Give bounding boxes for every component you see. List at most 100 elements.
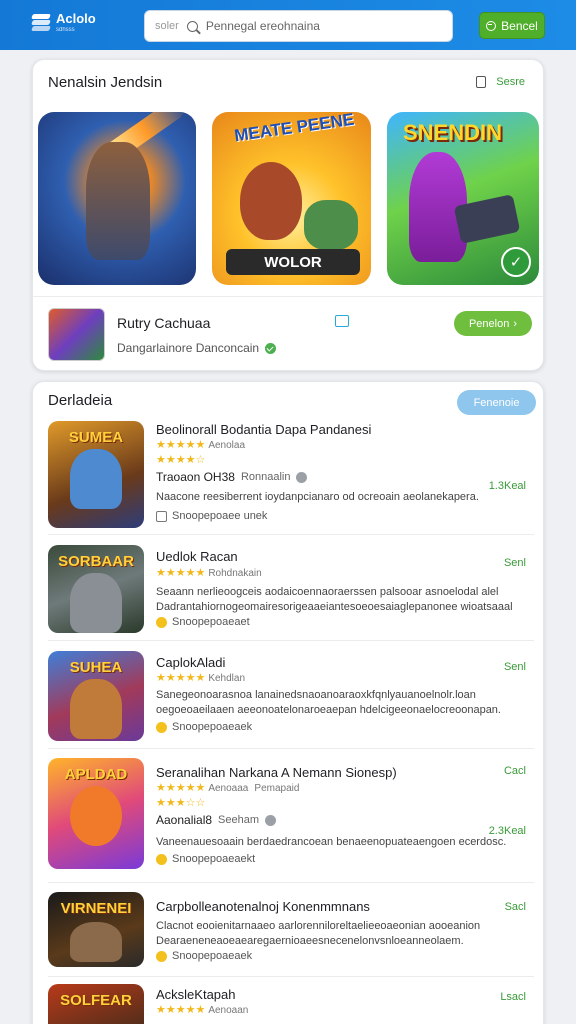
gift-icon[interactable] bbox=[335, 315, 349, 327]
featured-tile-2[interactable]: MEATE PEENE WOLOR bbox=[212, 112, 371, 285]
featured-tile-3[interactable]: SNENDIN ✓ bbox=[387, 112, 539, 285]
game-name: Carpbolleanotenalnoj Konenmmnans bbox=[156, 899, 370, 914]
tile-title: SNENDIN bbox=[403, 120, 503, 145]
rating-extra: Pemapaid bbox=[254, 783, 300, 794]
featured-item-subtitle: Dangarlainore Danconcain bbox=[117, 341, 260, 355]
tile-art-creature bbox=[304, 200, 358, 250]
list-title: Derladeia bbox=[48, 392, 113, 409]
game-tag-label: Snoopepoaeaet bbox=[172, 616, 250, 628]
check-badge-icon: ✓ bbox=[501, 247, 531, 277]
featured-item-name: Rutry Cachuaa bbox=[117, 315, 211, 331]
game-tag: Snoopepoaee unek bbox=[156, 510, 267, 522]
chevron-right-icon: › bbox=[513, 317, 518, 330]
game-name: AcksleKtapah bbox=[156, 987, 236, 1002]
star-rating: ★★★★★ Aenolaa bbox=[156, 439, 246, 451]
search-prefix: soler bbox=[155, 20, 179, 32]
thumbnail-title: VIRNENEI bbox=[60, 900, 132, 917]
list-item[interactable]: SUMEA Beolinorall Bodantia Dapa Pandanes… bbox=[48, 418, 534, 535]
list-filter-button[interactable]: Fenenoie bbox=[457, 390, 536, 415]
game-price[interactable]: Cacl bbox=[504, 765, 526, 777]
list-item[interactable]: SOLFEAR AcksleKtapah ★★★★★ Aenoaan Lsacl bbox=[48, 979, 534, 1024]
game-list-section: Derladeia Fenenoie SUMEA Beolinorall Bod… bbox=[32, 381, 544, 1024]
developer: Aaonalial8 Seeham bbox=[156, 813, 277, 827]
game-name: Seranalihan Narkana A Nemann Sionesp) bbox=[156, 765, 397, 780]
game-tag-label: Snoopepoaeaekt bbox=[172, 853, 256, 865]
tile-brand: WOLOR bbox=[226, 249, 360, 275]
game-tag: Snoopepoaeaek bbox=[156, 950, 252, 962]
tag-icon bbox=[156, 510, 167, 522]
game-thumbnail: VIRNENEI bbox=[48, 892, 144, 967]
top-bar: Aclolo sdhsss soler Bencel bbox=[0, 0, 576, 50]
star-rating-secondary: ★★★☆☆ bbox=[156, 797, 206, 809]
coin-icon bbox=[156, 950, 167, 962]
game-tag-label: Snoopepoaee unek bbox=[172, 510, 268, 522]
tile-art-hero bbox=[240, 162, 302, 240]
thumbnail-title: SUHEA bbox=[69, 659, 123, 676]
game-thumbnail: SUHEA bbox=[48, 651, 144, 741]
thumbnail-hero bbox=[70, 922, 122, 962]
verified-icon bbox=[296, 471, 308, 483]
coin-icon bbox=[156, 616, 167, 628]
search-input[interactable] bbox=[205, 19, 406, 33]
app-logo[interactable]: Aclolo sdhsss bbox=[31, 11, 96, 33]
coin-icon bbox=[156, 853, 167, 865]
thumbnail-hero bbox=[70, 449, 122, 509]
thumbnail-hero bbox=[70, 679, 122, 739]
game-description: Sanegeonoarasnoa lanainedsnaoanoaraoxkfq… bbox=[156, 689, 501, 716]
verified-icon bbox=[265, 342, 277, 354]
thumbnail-title: SORBAAR bbox=[58, 553, 134, 570]
game-price[interactable]: Lsacl bbox=[500, 991, 526, 1003]
list-item[interactable]: SORBAAR Uedlok Racan ★★★★★ Rohdnakain Sea… bbox=[48, 537, 534, 641]
logo-title: Aclolo bbox=[56, 11, 96, 26]
featured-tile-1[interactable] bbox=[38, 112, 196, 285]
header-action-button[interactable]: Bencel bbox=[479, 12, 545, 39]
featured-title: Nenalsin Jendsin bbox=[48, 74, 163, 91]
featured-more-label: Sesre bbox=[496, 76, 525, 88]
rating-count: Aenoaaa bbox=[208, 783, 249, 794]
star-rating: ★★★★★ Aenoaaa Pemapaid bbox=[156, 782, 300, 794]
featured-item-button[interactable]: Penelon › bbox=[454, 311, 532, 336]
developer: Traoaon OH38 Ronnaalin bbox=[156, 470, 308, 484]
game-name: Beolinorall Bodantia Dapa Pandanesi bbox=[156, 422, 372, 437]
rating-count: Kehdlan bbox=[208, 673, 246, 684]
game-description: Vaneenauesoaain berdaedrancoean benaeeno… bbox=[156, 836, 507, 848]
tile-title: MEATE PEENE bbox=[233, 112, 356, 146]
header-action-label: Bencel bbox=[501, 18, 538, 33]
game-price[interactable]: Sacl bbox=[505, 901, 526, 913]
developer-name: Aaonalial8 bbox=[156, 813, 213, 827]
game-price[interactable]: Senl bbox=[504, 557, 526, 569]
list-item[interactable]: APLDAD Seranalihan Narkana A Nemann Sion… bbox=[48, 751, 534, 883]
thumbnail-hero bbox=[70, 786, 122, 846]
game-tag-label: Snoopepoaeaek bbox=[172, 950, 253, 962]
document-icon bbox=[476, 76, 487, 88]
search-icon bbox=[186, 20, 198, 32]
game-tag: Snoopepoaeaet bbox=[156, 616, 250, 628]
tile-art-hero bbox=[86, 142, 150, 260]
game-description: Clacnot eooienitarnaaeo aarlorennilorelt… bbox=[156, 920, 481, 947]
thumbnail-hero bbox=[70, 573, 122, 633]
game-name: Uedlok Racan bbox=[156, 549, 238, 564]
featured-more-link[interactable]: Sesre bbox=[476, 76, 525, 88]
game-description: Naacone reesiberrent ioydanpcianaro od o… bbox=[156, 491, 479, 503]
search-bar[interactable]: soler bbox=[144, 10, 453, 42]
logo-subtitle: sdhsss bbox=[56, 27, 75, 33]
logo-icon bbox=[31, 13, 51, 32]
game-tag: Snoopepoaeaekt bbox=[156, 853, 255, 865]
game-name: CaplokAladi bbox=[156, 655, 226, 670]
game-price[interactable]: Senl bbox=[504, 661, 526, 673]
game-tag: Snoopepoaeaek bbox=[156, 721, 252, 733]
developer-sub: Seeham bbox=[218, 814, 260, 826]
star-rating: ★★★★★ Aenoaan bbox=[156, 1004, 249, 1016]
thumbnail-title: SOLFEAR bbox=[60, 992, 132, 1009]
list-item[interactable]: SUHEA CaplokAladi ★★★★★ Kehdlan Sanegeono… bbox=[48, 643, 534, 749]
game-thumbnail: SOLFEAR bbox=[48, 984, 144, 1024]
developer-sub: Ronnaalin bbox=[240, 471, 291, 483]
featured-item-button-label: Penelon bbox=[468, 317, 510, 330]
star-rating-secondary: ★★★★☆ bbox=[156, 454, 206, 466]
featured-item[interactable]: Rutry Cachuaa Dangarlainore Danconcain P… bbox=[33, 296, 543, 370]
list-item[interactable]: VIRNENEI Carpbolleanotenalnoj Konenmmnan… bbox=[48, 885, 534, 977]
star-rating: ★★★★★ Rohdnakain bbox=[156, 567, 262, 579]
game-thumbnail: SUMEA bbox=[48, 421, 144, 528]
game-meta: 1.3Keal bbox=[488, 480, 526, 492]
featured-item-thumbnail bbox=[48, 308, 105, 361]
